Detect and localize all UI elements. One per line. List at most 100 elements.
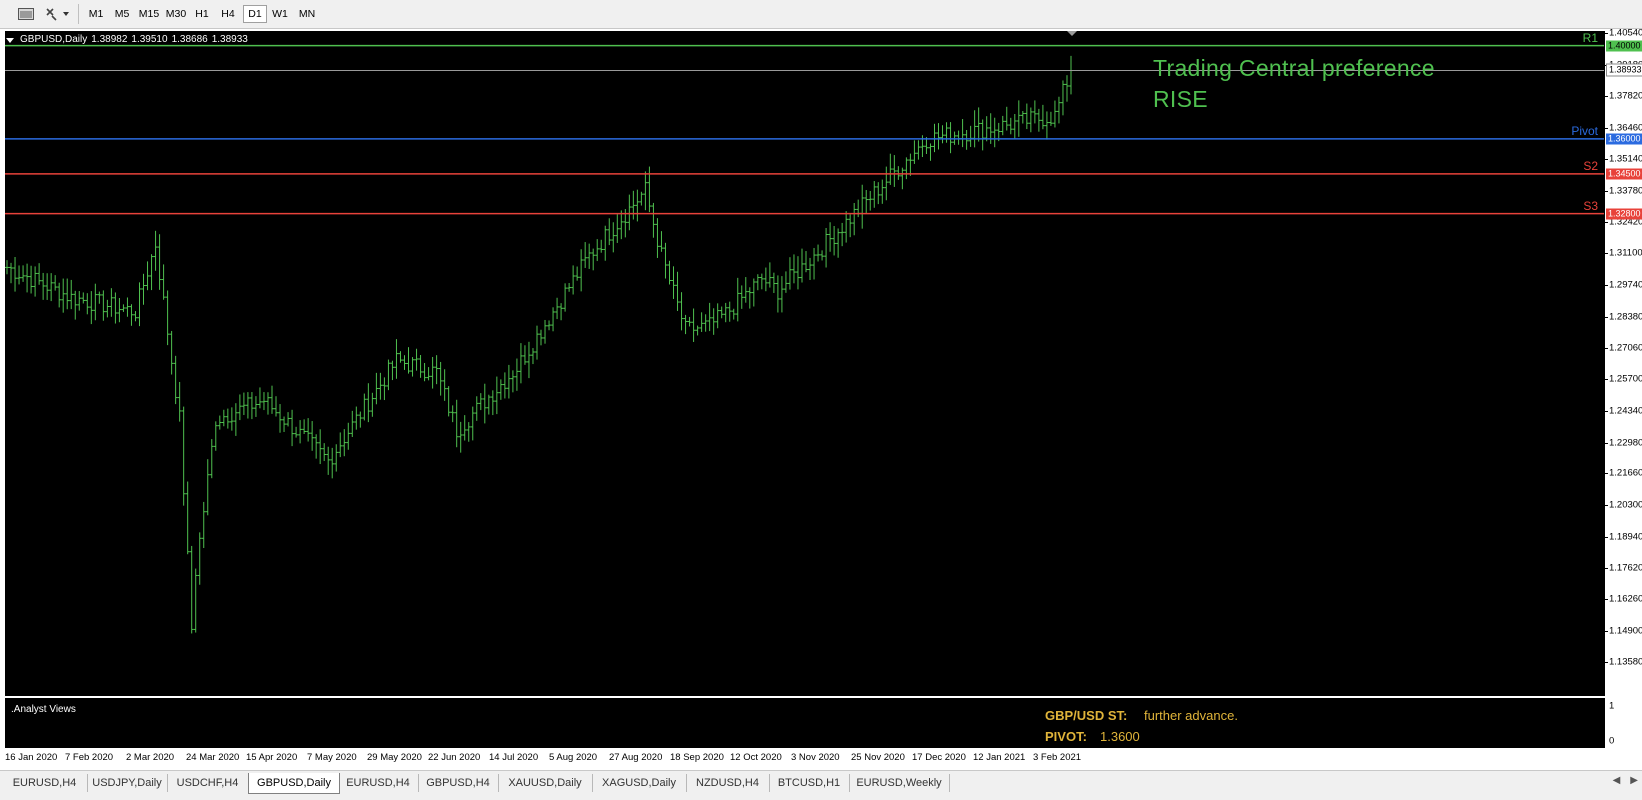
price-bar xyxy=(1069,55,1073,95)
price-bar xyxy=(382,377,387,401)
time-tick-label: 3 Feb 2021 xyxy=(1033,752,1082,763)
price-bar xyxy=(37,263,42,285)
timeframe-m1[interactable]: M1 xyxy=(83,5,109,23)
price-tick-mark xyxy=(1605,631,1608,633)
price-bar xyxy=(269,385,274,414)
price-bar xyxy=(1056,96,1061,124)
candlestick-chart xyxy=(5,31,1604,634)
price-bar xyxy=(237,394,242,421)
collapse-triangle-icon[interactable] xyxy=(6,37,14,43)
chart-tab[interactable]: USDCHF,H4 xyxy=(167,774,249,792)
price-tick-mark xyxy=(1605,442,1608,444)
price-bar xyxy=(755,274,760,291)
price-bar xyxy=(896,166,901,180)
price-tick-label: 1.40540 xyxy=(1609,27,1642,39)
price-bar xyxy=(370,392,375,417)
price-bar xyxy=(133,311,138,322)
price-bar xyxy=(478,393,483,411)
chart-tab[interactable]: GBPUSD,Daily xyxy=(248,773,340,794)
price-bar xyxy=(354,406,359,430)
price-bar xyxy=(747,287,752,309)
price-bar xyxy=(161,264,166,300)
price-bar xyxy=(105,299,110,318)
price-bar xyxy=(346,422,351,450)
price-tick-mark xyxy=(1605,662,1608,663)
level-label-pivot: Pivot xyxy=(1571,123,1598,138)
price-bar xyxy=(390,360,395,381)
timeframe-h1[interactable]: H1 xyxy=(189,5,215,23)
chart-tab[interactable]: USDJPY,Daily xyxy=(87,774,168,792)
price-bar xyxy=(719,306,724,319)
time-tick-label: 15 Apr 2020 xyxy=(246,752,298,763)
price-bar xyxy=(454,399,459,448)
price-bar xyxy=(137,282,142,327)
price-bar xyxy=(486,394,491,415)
price-bar xyxy=(446,386,451,417)
price-bar xyxy=(257,387,262,409)
price-bar xyxy=(691,308,696,342)
scroll-right-icon[interactable]: ▶ xyxy=(1630,775,1638,786)
price-tick-label: 1.22980 xyxy=(1609,437,1642,449)
chart-window-icon[interactable] xyxy=(14,5,38,23)
price-bar xyxy=(374,372,379,405)
price-tick-mark xyxy=(1605,599,1608,601)
price-bar xyxy=(667,260,672,285)
chart-tab[interactable]: XAGUSD,Daily xyxy=(592,774,687,792)
level-price-tag-pivot: 1.36000 xyxy=(1606,133,1642,145)
chart-tab[interactable]: EURUSD,H4 xyxy=(2,774,88,792)
price-bar xyxy=(555,297,560,320)
price-bar xyxy=(510,370,515,393)
price-bar xyxy=(791,254,796,284)
price-bar xyxy=(1052,100,1057,128)
price-bar xyxy=(852,203,857,236)
chart-tab[interactable]: GBPUSD,H4 xyxy=(418,774,499,792)
price-tick-mark xyxy=(1605,316,1608,318)
price-bar xyxy=(1028,107,1033,133)
chart-tab[interactable]: BTCUSD,H1 xyxy=(769,774,850,792)
chart-tab[interactable]: EURUSD,Weekly xyxy=(849,774,950,792)
chart-tab[interactable]: NZDUSD,H4 xyxy=(686,774,770,792)
price-tick-label: 1.28380 xyxy=(1609,311,1642,323)
timeframe-d1[interactable]: D1 xyxy=(243,5,267,23)
chart-tab[interactable]: EURUSD,H4 xyxy=(338,774,419,792)
timeframe-m15[interactable]: M15 xyxy=(135,5,163,23)
price-bar xyxy=(25,263,30,293)
price-bar xyxy=(976,107,981,142)
time-tick-label: 24 Mar 2020 xyxy=(186,752,240,763)
chart-tab[interactable]: XAUUSD,Daily xyxy=(498,774,593,792)
timeframe-m5[interactable]: M5 xyxy=(109,5,135,23)
price-tick-mark xyxy=(1605,536,1608,538)
price-bar xyxy=(820,250,825,261)
price-bar xyxy=(908,153,913,176)
price-axis[interactable]: 1.13580 1.14900 1.16260 1.17620 1.18940 1.203… xyxy=(1604,27,1642,696)
price-bar xyxy=(101,290,106,321)
time-tick-label: 3 Nov 2020 xyxy=(791,752,840,763)
price-bar xyxy=(462,415,467,441)
price-bar xyxy=(378,372,383,400)
time-axis[interactable]: 16 Jan 2020 7 Feb 2020 2 Mar 2020 24 Mar 20… xyxy=(5,749,1604,769)
price-bar xyxy=(5,260,9,275)
price-bar xyxy=(306,418,311,442)
scroll-left-icon[interactable]: ◀ xyxy=(1613,775,1621,786)
price-bar xyxy=(193,568,198,633)
chart-shift-marker-icon[interactable] xyxy=(1067,31,1077,36)
price-bar xyxy=(77,291,82,311)
timeframe-w1[interactable]: W1 xyxy=(267,5,293,23)
time-tick-label: 12 Jan 2021 xyxy=(973,752,1026,763)
timeframe-h4[interactable]: H4 xyxy=(215,5,241,23)
price-bar xyxy=(402,355,407,370)
price-bar xyxy=(639,191,644,206)
timeframe-m30[interactable]: M30 xyxy=(163,5,189,23)
price-bar xyxy=(482,383,487,424)
price-bar xyxy=(498,379,503,400)
price-bar xyxy=(514,358,519,391)
cursor-tools-icon[interactable] xyxy=(42,5,72,23)
price-bar xyxy=(490,390,495,416)
timeframe-mn[interactable]: MN xyxy=(293,5,321,23)
price-bar xyxy=(743,277,748,303)
price-chart-plot[interactable]: Trading Central preference RISE R1 Pivot S… xyxy=(5,31,1604,696)
price-bar xyxy=(884,166,889,201)
price-bar xyxy=(787,257,792,290)
price-bar xyxy=(398,351,403,363)
price-bar xyxy=(458,421,463,453)
